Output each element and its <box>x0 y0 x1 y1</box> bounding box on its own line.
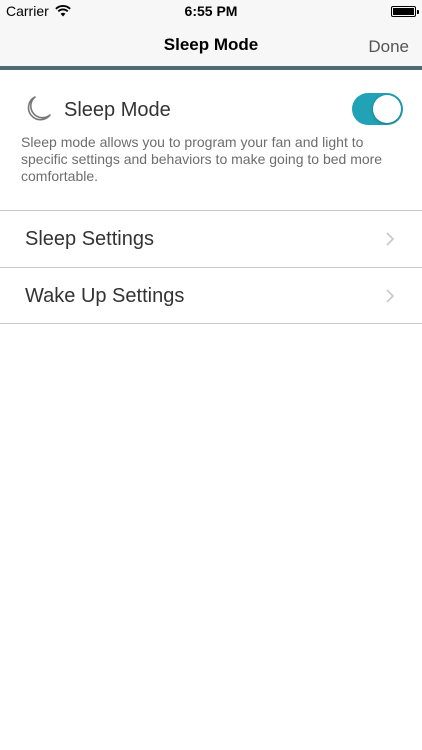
sleep-mode-description: Sleep mode allows you to program your fa… <box>21 134 383 184</box>
chevron-right-icon <box>386 232 394 246</box>
page-title: Sleep Mode <box>163 35 259 54</box>
sleep-settings-row[interactable]: Sleep Settings <box>0 211 422 267</box>
moon-icon <box>27 96 51 121</box>
sleep-mode-toggle[interactable] <box>352 93 403 125</box>
navigation-bar: Sleep Mode Done <box>0 22 422 66</box>
battery-fill <box>393 8 414 15</box>
status-time: 6:55 PM <box>184 3 238 19</box>
sleep-mode-row: Sleep Mode <box>0 88 422 132</box>
battery-icon <box>391 6 419 17</box>
nav-accent-divider <box>0 66 422 70</box>
done-button[interactable]: Done <box>368 37 409 57</box>
list-divider-bottom <box>0 323 422 324</box>
status-bar: Carrier 6:55 PM <box>0 0 422 22</box>
wake-up-settings-label: Wake Up Settings <box>25 285 185 307</box>
chevron-right-icon <box>386 289 394 303</box>
wake-up-settings-row[interactable]: Wake Up Settings <box>0 268 422 324</box>
sleep-mode-label: Sleep Mode <box>64 99 171 121</box>
sleep-settings-label: Sleep Settings <box>25 228 154 250</box>
toggle-knob <box>373 95 401 123</box>
